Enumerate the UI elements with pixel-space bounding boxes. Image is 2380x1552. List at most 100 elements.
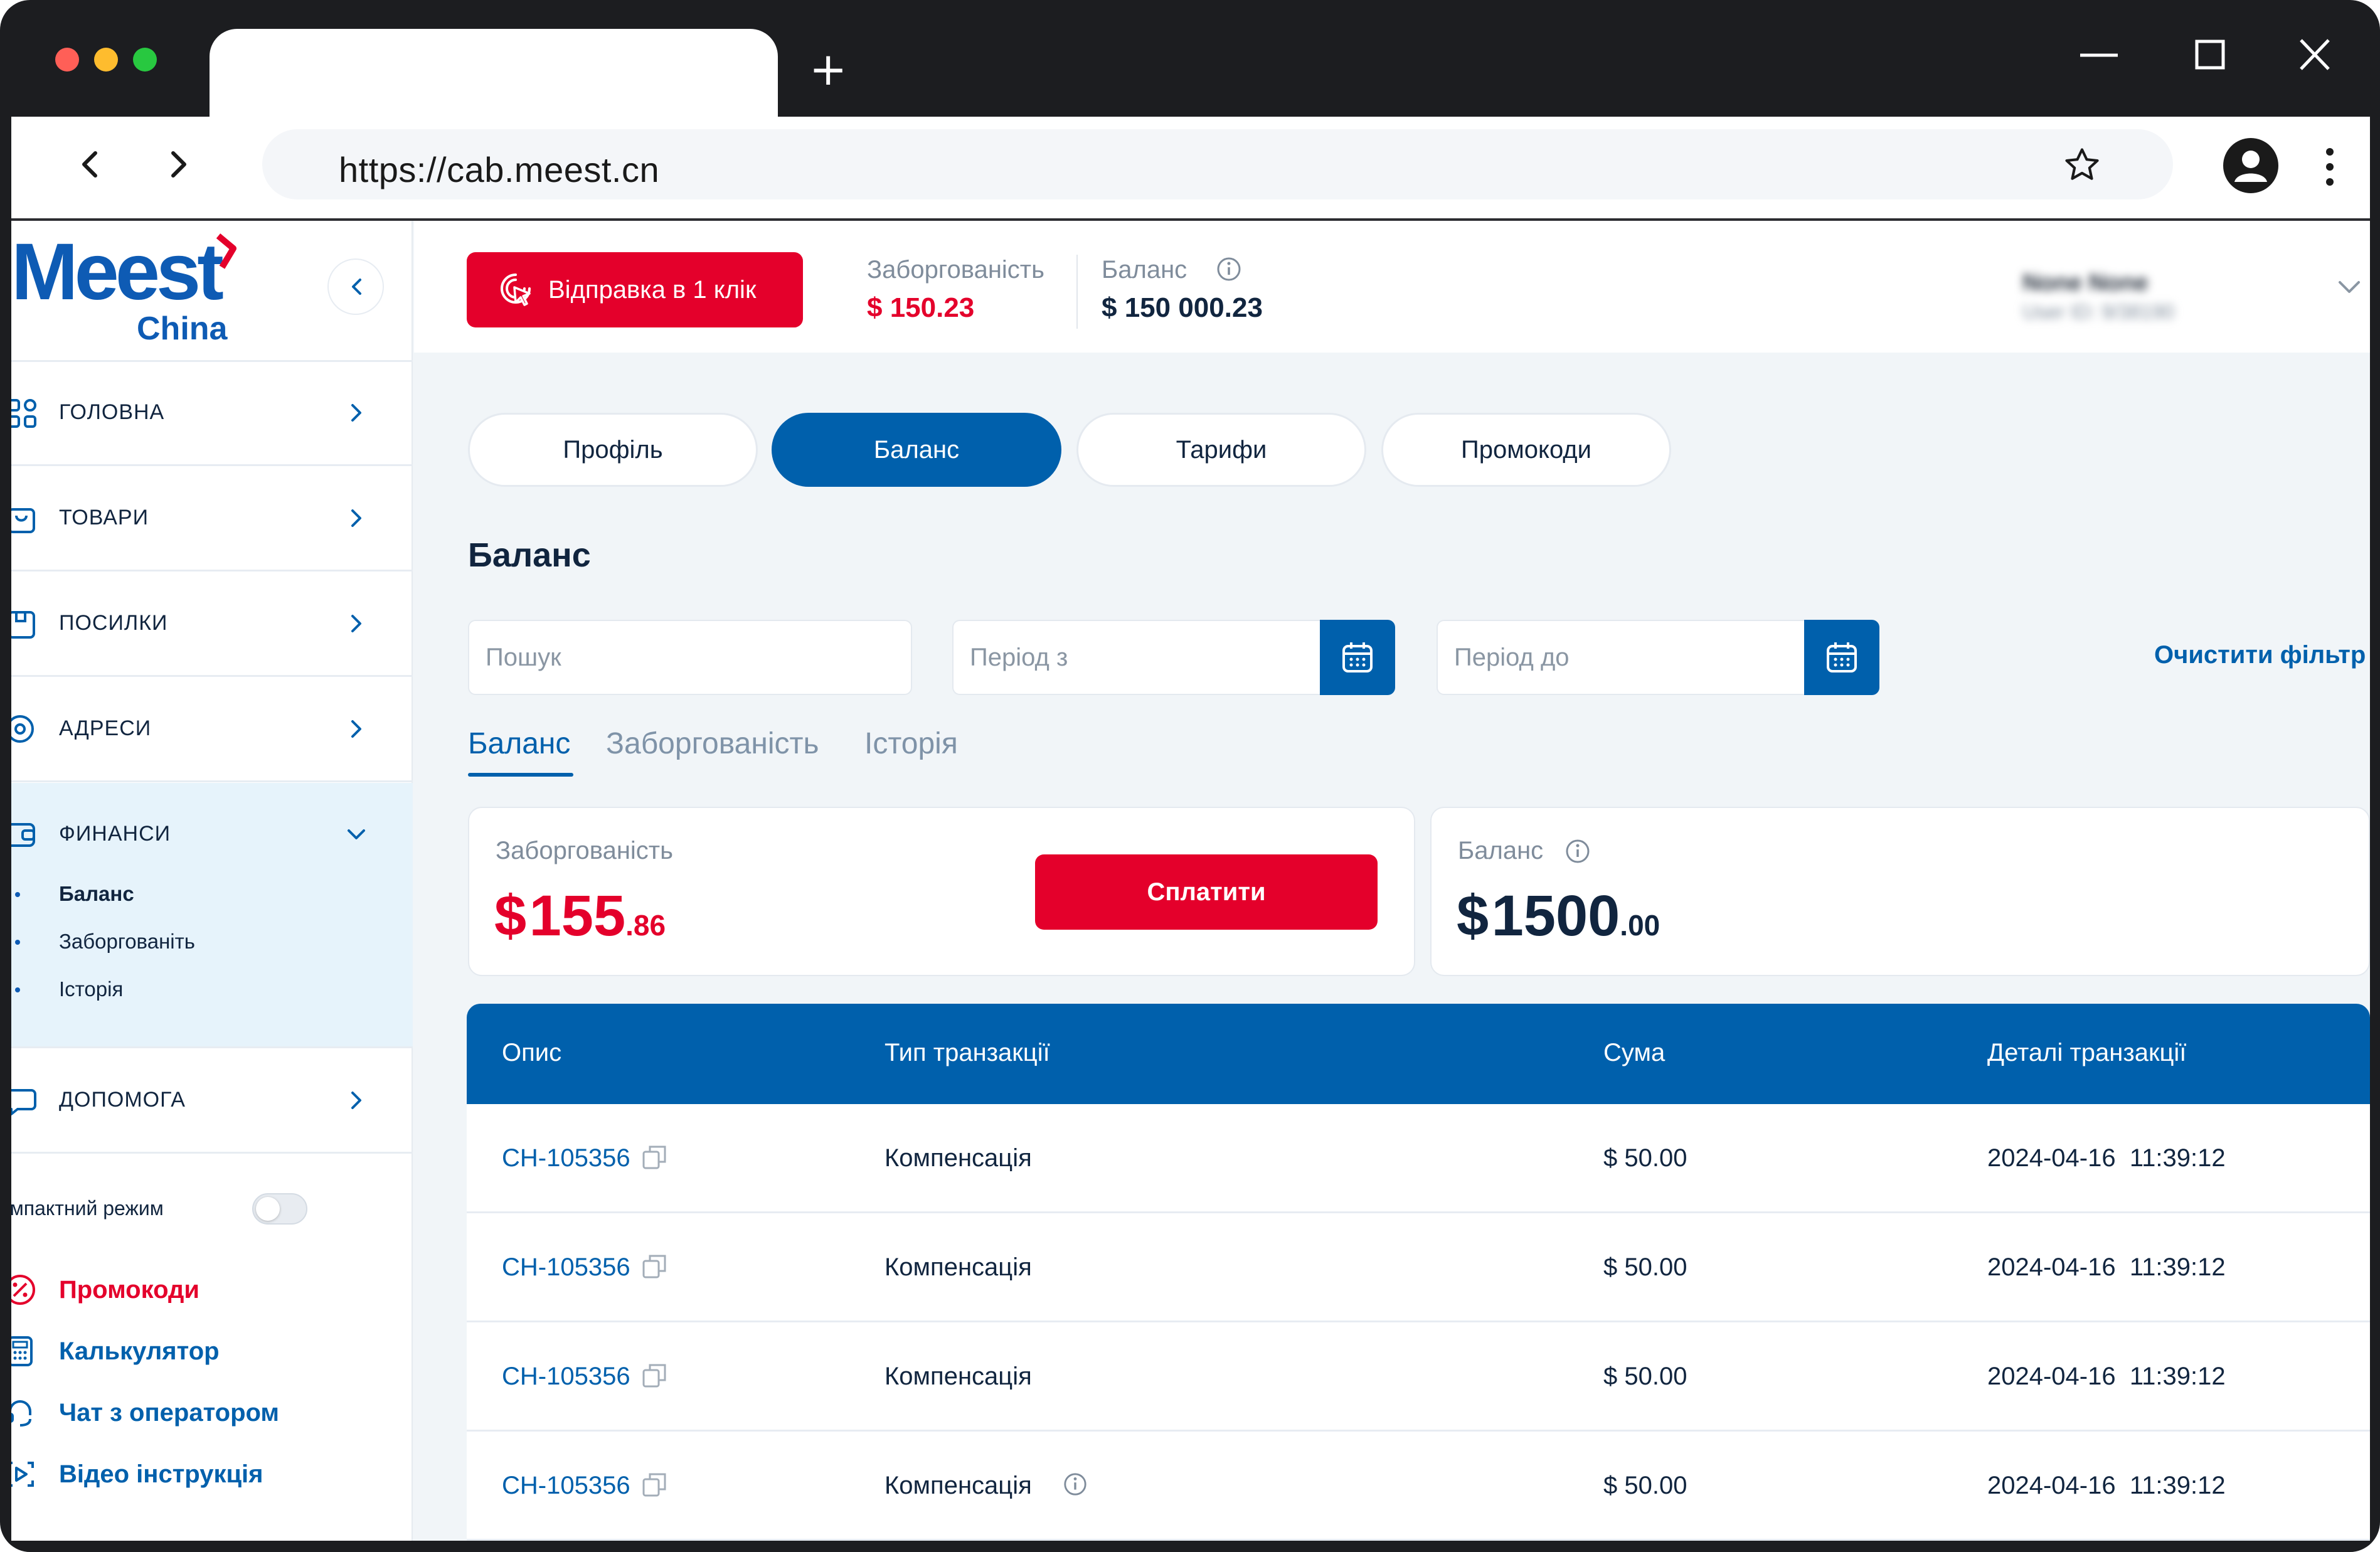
user-id: User ID: 9/38190 [2022,300,2174,323]
column-header-description[interactable]: Опис [502,1039,561,1067]
subtab-debt[interactable]: Заборгованість [606,726,819,761]
sidebar-item-help[interactable]: ДОПОМОГА [11,1049,413,1152]
tab-balance[interactable]: Баланс [772,413,1061,487]
sidebar-link-promocodes[interactable]: Промокоди [11,1265,400,1315]
period-to-calendar-button[interactable] [1804,620,1879,695]
transaction-id-link[interactable]: CH-105356 [502,1472,630,1500]
transaction-details: 2024-04-16 11:39:12 [1987,1253,2226,1281]
sidebar: Meest China ГОЛОВНА ТОВАРИ ПОСИЛКИ АДРЕС… [11,221,413,1541]
tab-tariffs[interactable]: Тарифи [1076,413,1366,487]
percent-icon [11,1275,35,1305]
sidebar-subitem-label: Баланс [59,882,134,905]
copy-icon[interactable] [640,1469,670,1499]
bookmark-star-icon[interactable] [2063,146,2101,184]
sidebar-item-home[interactable]: ГОЛОВНА [11,361,413,464]
transaction-amount: $ 50.00 [1603,1363,1687,1390]
minimize-window-dot[interactable] [94,48,118,72]
clear-filter-link[interactable]: Очистити фільтр [2154,641,2366,669]
info-icon[interactable] [1216,256,1242,282]
maximize-icon[interactable] [2184,36,2234,74]
video-icon [11,1462,34,1487]
transaction-type: Компенсація [885,1472,1032,1499]
sidebar-subitem-label: Заборгованіть [59,930,195,953]
sidebar-link-label: Калькулятор [59,1337,220,1365]
send-one-click-button[interactable]: Відправка в 1 клік [467,252,803,327]
sidebar-link-label: Відео інструкція [59,1460,263,1488]
sidebar-item-finance[interactable]: ФИНАНСИ Баланс Заборгованіть Історія [11,783,413,1046]
browser-toolbar: https://cab.meest.cn [11,117,2370,220]
sidebar-item-goods[interactable]: ТОВАРИ [11,467,413,570]
transaction-id-link[interactable]: CH-105356 [502,1144,630,1172]
sidebar-link-calculator[interactable]: Калькулятор [11,1326,400,1376]
minimize-icon[interactable] [2074,36,2124,74]
calendar-icon [1827,642,1857,672]
meest-logo[interactable]: Meest China [11,232,236,347]
pay-button[interactable]: Сплатити [1035,854,1378,930]
search-input[interactable]: Пошук [468,620,912,695]
close-window-dot[interactable] [55,48,79,72]
user-info[interactable]: None None User ID: 9/38190 [2022,270,2174,324]
user-name: None None [2022,270,2149,296]
copy-icon[interactable] [640,1251,670,1281]
chevron-right-icon [351,1092,361,1109]
sidebar-item-parcels[interactable]: ПОСИЛКИ [11,572,413,675]
table-row[interactable]: CH-105356 Компенсація $ 50.00 2024-04-16… [467,1322,2370,1432]
tab-promocodes[interactable]: Промокоди [1381,413,1671,487]
close-icon[interactable] [2290,36,2340,74]
browser-tab[interactable] [210,29,778,117]
debt-whole: 155 [529,884,626,948]
back-icon[interactable] [72,146,109,183]
new-tab-button[interactable]: + [809,46,847,92]
tab-profile[interactable]: Профіль [468,413,758,487]
bag-icon [11,508,35,533]
url-text[interactable]: https://cab.meest.cn [339,149,659,190]
period-to-input[interactable]: Період до [1437,620,1807,695]
sidebar-link-chat-operator[interactable]: Чат з оператором [11,1388,400,1438]
column-header-details[interactable]: Деталі транзакції [1987,1039,2186,1067]
wallet-icon [11,823,35,847]
toggle-knob [256,1197,280,1221]
table-row[interactable]: CH-105356 Компенсація $ 50.00 2024-04-16… [467,1104,2370,1213]
table-row[interactable]: CH-105356 Компенсація $ 50.00 2024-04-16… [467,1213,2370,1322]
column-header-amount[interactable]: Сума [1603,1039,1665,1067]
subtab-history[interactable]: Історія [864,726,958,761]
transaction-id-link[interactable]: CH-105356 [502,1363,630,1391]
sidebar-item-label: ГОЛОВНА [59,400,165,424]
sidebar-divider [11,570,413,571]
transaction-type: Компенсація [885,1144,1032,1172]
sidebar-divider [11,1152,413,1154]
info-icon[interactable] [1063,1472,1088,1497]
table-row[interactable]: CH-105356 Компенсація $ 50.00 2024-04-16… [467,1432,2370,1541]
forward-icon[interactable] [159,146,197,183]
column-header-type[interactable]: Тип транзакції [885,1039,1050,1067]
copy-icon[interactable] [640,1142,670,1172]
transaction-id-link[interactable]: CH-105356 [502,1253,630,1282]
chevron-down-icon [348,829,365,839]
box-icon [11,611,35,639]
copy-icon[interactable] [640,1360,670,1390]
calculator-icon [11,1336,33,1366]
sidebar-item-label: ФИНАНСИ [59,822,171,846]
headset-icon [11,1400,31,1427]
info-icon[interactable] [1565,838,1591,864]
subtab-balance[interactable]: Баланс [468,726,570,761]
browser-menu-icon[interactable] [2322,144,2337,189]
balance-currency: $ [1457,884,1489,948]
period-from-calendar-button[interactable] [1320,620,1395,695]
sidebar-link-video-guide[interactable]: Відео інструкція [11,1449,400,1499]
profile-avatar-icon[interactable] [2223,138,2278,193]
address-bar[interactable]: https://cab.meest.cn [262,129,2173,199]
browser-window: + https://cab.meest.cn Meest China ГОЛОВ… [0,0,2380,1552]
chevron-down-icon[interactable] [2334,275,2365,300]
maximize-window-dot[interactable] [133,48,157,72]
chat-icon [11,1089,36,1115]
balance-cents: .00 [1620,909,1660,942]
table-header: Опис Тип транзакції Сума Деталі транзакц… [467,1004,2370,1104]
sidebar-item-label: АДРЕСИ [59,716,152,740]
sidebar-item-label: ДОПОМОГА [59,1088,186,1112]
period-from-input[interactable]: Період з [952,620,1322,695]
sidebar-item-addresses[interactable]: АДРЕСИ [11,678,413,780]
collapse-sidebar-button[interactable] [327,258,384,315]
chevron-right-icon [351,509,361,527]
compact-mode-toggle[interactable] [252,1193,307,1225]
